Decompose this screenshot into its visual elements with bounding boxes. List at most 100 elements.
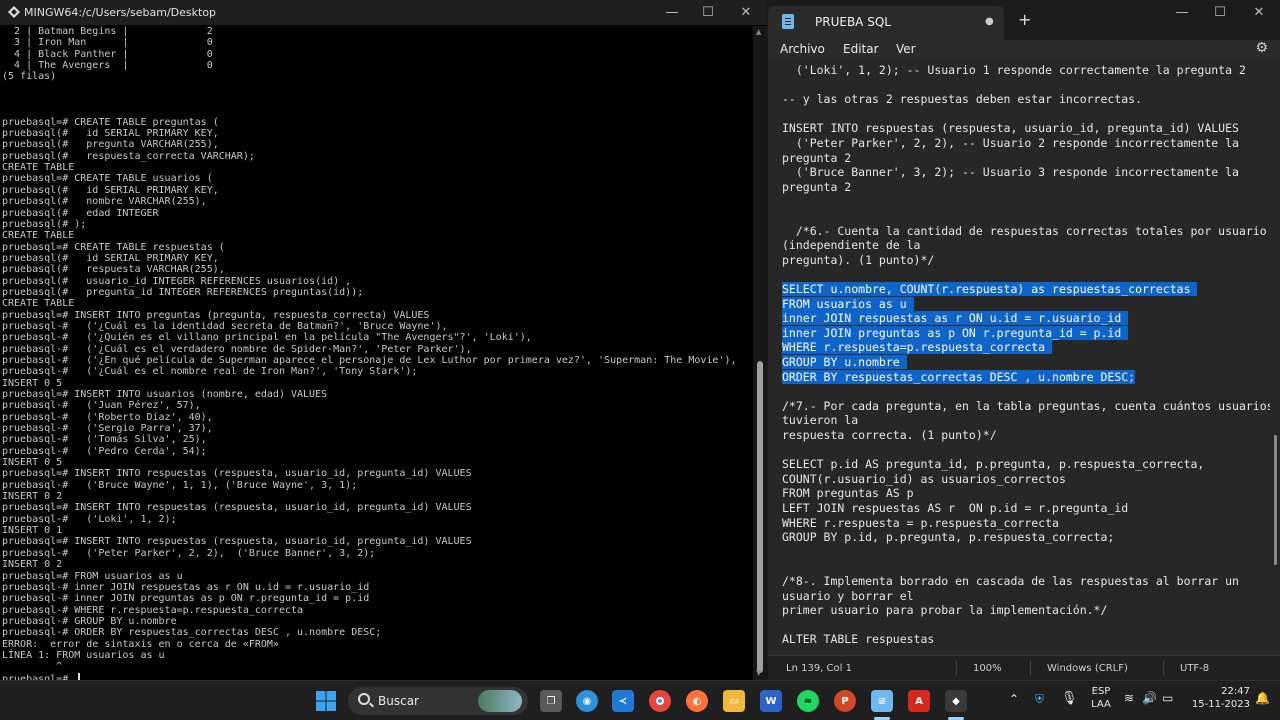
encoding[interactable]: UTF-8 xyxy=(1180,663,1209,674)
clock[interactable]: 22:47 15-11-2023 xyxy=(1184,686,1250,710)
terminal-window[interactable]: MINGW64:/c/Users/sebam/Desktop — ☐ ✕ 2 |… xyxy=(0,0,767,680)
menu-editar[interactable]: Editar xyxy=(843,42,879,56)
maximize-button[interactable]: ☐ xyxy=(689,0,727,25)
notepad-editor[interactable]: ('Loki', 1, 2); -- Usuario 1 responde co… xyxy=(768,60,1280,655)
chrome-icon[interactable] xyxy=(649,690,671,712)
editor-line[interactable]: LEFT JOIN respuestas AS r ON p.id = r.pr… xyxy=(782,501,1128,516)
scrollbar-thumb[interactable] xyxy=(1274,435,1277,565)
browser-globe-icon[interactable]: ◉ xyxy=(576,690,598,712)
tab-prueba-sql[interactable]: PRUEBA SQL ● xyxy=(768,6,1004,40)
spotify-icon[interactable]: ≈ xyxy=(797,690,819,712)
terminal-line: pruebasql-# WHERE r.respuesta=p.respuest… xyxy=(2,604,304,616)
windows-logo-icon xyxy=(316,691,336,711)
scrollbar-thumb[interactable] xyxy=(757,361,763,673)
editor-line[interactable]: ('Bruce Banner', 3, 2); -- Usuario 3 res… xyxy=(782,165,1239,180)
editor-line[interactable]: pregunta 2 xyxy=(782,180,851,195)
editor-line[interactable]: ('Peter Parker', 2, 2), -- Usuario 2 res… xyxy=(782,136,1239,151)
editor-line-text: /*6.- Cuenta la cantidad de respuestas c… xyxy=(782,223,1267,238)
editor-line[interactable]: ('Loki', 1, 2); -- Usuario 1 responde co… xyxy=(782,63,1246,78)
notepad-icon xyxy=(782,14,794,29)
editor-line[interactable]: pregunta). (1 punto)*/ xyxy=(782,253,934,268)
terminal-line: pruebasql=# INSERT INTO respuestas (resp… xyxy=(2,502,472,514)
terminal-line: pruebasql(# id SERIAL PRIMARY KEY, xyxy=(2,184,219,196)
editor-line-text: inner JOIN respuestas as r ON u.id = r.u… xyxy=(782,311,1129,326)
editor-line-selected[interactable]: WHERE r.respuesta=p.respuesta_correcta xyxy=(782,340,1053,355)
editor-line[interactable]: FROM preguntas AS p xyxy=(782,486,914,501)
terminal-line: pruebasql(# usuario_id INTEGER REFERENCE… xyxy=(2,275,352,287)
editor-line[interactable]: tuvieron la xyxy=(782,413,858,428)
editor-line[interactable]: SELECT p.id AS pregunta_id, p.pregunta, … xyxy=(782,457,1204,472)
file-explorer-icon[interactable]: ▭ xyxy=(723,690,745,712)
editor-line-selected[interactable]: FROM usuarios as u xyxy=(782,296,914,312)
editor-line[interactable]: /*7.- Por cada pregunta, en la tabla pre… xyxy=(782,399,1274,414)
editor-line-selected[interactable]: inner JOIN preguntas as p ON r.pregunta_… xyxy=(782,325,1129,341)
editor-line[interactable]: INSERT INTO respuestas (respuesta, usuar… xyxy=(782,121,1239,136)
tray-overflow-chevron-icon[interactable]: ⌃ xyxy=(1009,692,1019,706)
terminal-line: pruebasql-# ('Roberto Díaz', 40), xyxy=(2,411,213,423)
terminal-line: INSERT 0 5 xyxy=(2,457,63,469)
unsaved-indicator-icon: ● xyxy=(985,16,994,27)
minimize-button[interactable]: — xyxy=(1163,0,1201,25)
notepad-tabbar[interactable]: PRUEBA SQL ● + — ☐ ✕ xyxy=(768,0,1280,40)
editor-line-selected[interactable]: inner JOIN respuestas as r ON u.id = r.u… xyxy=(782,311,1129,326)
notepad-menubar: Archivo Editar Ver ⚙ xyxy=(768,40,1280,60)
editor-line[interactable]: /*6.- Cuenta la cantidad de respuestas c… xyxy=(782,224,1267,239)
editor-line[interactable]: usuario y borrar el xyxy=(782,589,914,604)
microphone-icon[interactable]: 🎙 xyxy=(1061,691,1078,706)
volume-icon[interactable]: 🔊 xyxy=(1142,691,1157,705)
editor-line-selected[interactable]: ORDER BY respuestas_correctas DESC , u.n… xyxy=(782,369,1136,385)
wifi-icon[interactable]: ≋ xyxy=(1124,691,1134,705)
pdf-reader-icon[interactable]: A xyxy=(908,690,930,712)
notification-bell-icon[interactable]: 🔔 xyxy=(1255,691,1270,705)
word-icon[interactable]: W xyxy=(760,690,782,712)
line-endings[interactable]: Windows (CRLF) xyxy=(1047,663,1128,674)
task-view-icon[interactable]: ❐ xyxy=(540,690,562,712)
editor-line[interactable]: GROUP BY p.id, p.pregunta, p.respuesta_c… xyxy=(782,530,1114,545)
editor-line-text: /*7.- Por cada pregunta, en la tabla pre… xyxy=(782,398,1274,413)
editor-line[interactable]: ALTER TABLE respuestas xyxy=(782,632,934,647)
editor-line-selected[interactable]: SELECT u.nombre, COUNT(r.respuesta) as r… xyxy=(782,282,1198,297)
new-tab-button[interactable]: + xyxy=(1018,10,1031,29)
terminal-line: 4 | The Avengers | 0 xyxy=(2,60,213,72)
input-language[interactable]: ESP LAA xyxy=(1084,686,1118,710)
close-button[interactable]: ✕ xyxy=(1240,0,1278,25)
minimize-button[interactable]: — xyxy=(653,0,691,25)
terminal-output[interactable]: 2 | Batman Begins | 2 3 | Iron Man | 0 4… xyxy=(0,26,752,680)
editor-line-text: inner JOIN preguntas as p ON r.pregunta_… xyxy=(782,325,1129,340)
terminal-scrollbar[interactable]: ▲ ▼ xyxy=(753,26,767,680)
editor-scrollbar[interactable] xyxy=(1270,60,1280,655)
editor-line[interactable]: WHERE r.respuesta = p.respuesta_correcta xyxy=(782,516,1059,531)
tab-title: PRUEBA SQL xyxy=(815,15,891,29)
notepad-window[interactable]: PRUEBA SQL ● + — ☐ ✕ Archivo Editar Ver … xyxy=(768,0,1280,680)
zoom-level[interactable]: 100% xyxy=(973,663,1002,674)
close-button[interactable]: ✕ xyxy=(727,0,765,25)
battery-icon[interactable]: ▭ xyxy=(1162,691,1173,705)
terminal-line: pruebasql-# ('Loki', 1, 2); xyxy=(2,513,177,525)
editor-line[interactable]: pregunta 2 xyxy=(782,151,851,166)
editor-line-text: primer usuario para probar la implementa… xyxy=(782,603,1108,618)
notepad-taskbar-icon[interactable]: ≡ xyxy=(871,690,893,712)
terminal-titlebar[interactable]: MINGW64:/c/Users/sebam/Desktop — ☐ ✕ xyxy=(0,0,767,25)
git-bash-taskbar-icon[interactable]: ◆ xyxy=(945,690,967,712)
powerpoint-icon[interactable]: P xyxy=(834,690,856,712)
menu-archivo[interactable]: Archivo xyxy=(780,42,825,56)
terminal-line: pruebasql=# INSERT INTO usuarios (nombre… xyxy=(2,389,328,400)
taskbar-search[interactable]: Buscar xyxy=(348,687,528,715)
security-shield-icon[interactable]: ⛨ xyxy=(1035,692,1044,707)
editor-line[interactable]: COUNT(r.usuario_id) as usuarios_correcto… xyxy=(782,472,1066,487)
editor-line[interactable]: respuesta correcta. (1 punto)*/ xyxy=(782,428,997,443)
settings-gear-icon[interactable]: ⚙ xyxy=(1255,40,1268,56)
editor-line[interactable]: /*8-. Implementa borrado en cascada de l… xyxy=(782,574,1239,589)
language-code: ESP xyxy=(1091,686,1111,697)
maximize-button[interactable]: ☐ xyxy=(1201,0,1239,25)
menu-ver[interactable]: Ver xyxy=(896,42,916,56)
editor-line-selected[interactable]: GROUP BY u.nombre xyxy=(782,355,907,370)
terminal-line: CREATE TABLE xyxy=(2,230,75,242)
firefox-icon[interactable]: ◐ xyxy=(686,690,708,712)
editor-line[interactable]: -- y las otras 2 respuestas deben estar … xyxy=(782,92,1142,107)
editor-line[interactable]: primer usuario para probar la implementa… xyxy=(782,603,1107,618)
vscode-icon[interactable]: ≺ xyxy=(612,690,634,712)
start-button[interactable] xyxy=(315,690,337,712)
editor-line[interactable]: (independiente de la xyxy=(782,238,920,253)
